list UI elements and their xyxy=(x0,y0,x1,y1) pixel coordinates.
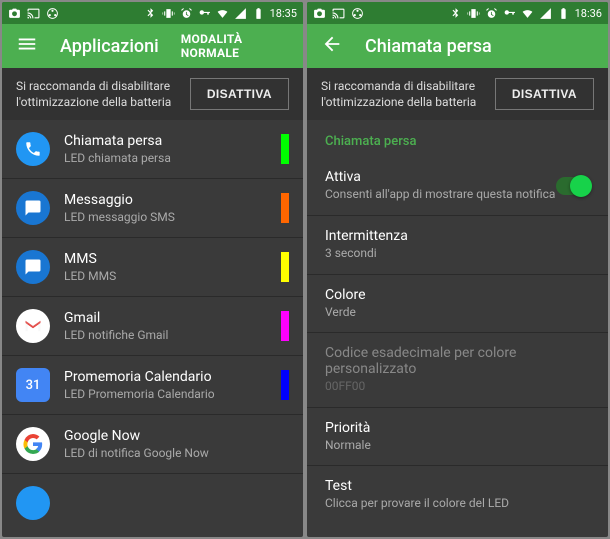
phone-icon xyxy=(16,132,50,166)
screen-missed-call: 18:36 Chiamata persa Si raccomanda di di… xyxy=(307,2,608,537)
battery-banner: Si raccomanda di disabilitare l'ottimizz… xyxy=(2,68,303,120)
setting-active[interactable]: Attiva Consenti all'app di mostrare ques… xyxy=(307,157,608,216)
battery-icon xyxy=(252,7,265,20)
statusbar: 18:36 xyxy=(307,2,608,24)
app-title: Messaggio xyxy=(64,192,267,208)
setting-color[interactable]: Colore Verde xyxy=(307,275,608,334)
color-swatch xyxy=(281,311,289,341)
app-icon-placeholder xyxy=(16,486,50,520)
menu-icon[interactable] xyxy=(16,33,38,59)
gmail-icon xyxy=(16,309,50,343)
app-title: Gmail xyxy=(64,310,267,326)
clock: 18:36 xyxy=(575,7,602,20)
app-subtitle: LED messaggio SMS xyxy=(64,210,267,224)
app-icon xyxy=(351,7,364,20)
appbar-title: Applicazioni xyxy=(60,36,159,57)
disable-button[interactable]: DISATTIVA xyxy=(190,78,289,110)
wifi-icon xyxy=(216,7,229,20)
setting-test[interactable]: Test Clicca per provare il colore del LE… xyxy=(307,466,608,524)
setting-subtitle: Normale xyxy=(325,438,590,454)
vibrate-icon xyxy=(467,7,480,20)
battery-banner: Si raccomanda di disabilitare l'ottimizz… xyxy=(307,68,608,120)
alarm-icon xyxy=(180,7,193,20)
bluetooth-icon xyxy=(144,7,157,20)
battery-icon xyxy=(557,7,570,20)
app-list: Chiamata persa LED chiamata persa Messag… xyxy=(2,120,303,537)
setting-subtitle: 00FF00 xyxy=(325,379,590,395)
app-subtitle: LED chiamata persa xyxy=(64,151,267,165)
wifi-icon xyxy=(521,7,534,20)
setting-title: Colore xyxy=(325,287,590,303)
setting-subtitle: Verde xyxy=(325,305,590,321)
banner-message: Si raccomanda di disabilitare l'ottimizz… xyxy=(321,78,483,110)
camera-icon xyxy=(313,7,326,20)
color-swatch xyxy=(281,370,289,400)
mode-button[interactable]: MODALITÀ NORMALE xyxy=(181,32,289,60)
setting-title: Attiva xyxy=(325,169,556,185)
list-item[interactable]: Gmail LED notifiche Gmail xyxy=(2,297,303,356)
setting-title: Intermittenza xyxy=(325,228,590,244)
color-swatch xyxy=(281,193,289,223)
setting-title: Priorità xyxy=(325,420,590,436)
list-item[interactable]: 31 Promemoria Calendario LED Promemoria … xyxy=(2,356,303,415)
setting-priority[interactable]: Priorità Normale xyxy=(307,408,608,467)
appbar-title: Chiamata persa xyxy=(365,36,594,57)
app-title: Promemoria Calendario xyxy=(64,369,267,385)
setting-title: Test xyxy=(325,478,590,494)
setting-subtitle: 3 secondi xyxy=(325,246,590,262)
app-icon xyxy=(46,7,59,20)
camera-icon xyxy=(8,7,21,20)
google-icon xyxy=(16,427,50,461)
screen-applications: 18:35 Applicazioni MODALITÀ NORMALE Si r… xyxy=(2,2,303,537)
app-subtitle: LED MMS xyxy=(64,269,267,283)
mms-icon xyxy=(16,250,50,284)
app-subtitle: LED notifiche Gmail xyxy=(64,328,267,342)
cast-icon xyxy=(27,7,40,20)
message-icon xyxy=(16,191,50,225)
banner-message: Si raccomanda di disabilitare l'ottimizz… xyxy=(16,78,178,110)
list-item[interactable]: Messaggio LED messaggio SMS xyxy=(2,179,303,238)
cast-icon xyxy=(332,7,345,20)
app-title: Chiamata persa xyxy=(64,133,267,149)
app-subtitle: LED di notifica Google Now xyxy=(64,446,289,460)
list-item[interactable] xyxy=(2,474,303,532)
app-subtitle: LED Promemoria Calendario xyxy=(64,387,267,401)
setting-hex: Codice esadecimale per colore personaliz… xyxy=(307,333,608,408)
list-item[interactable]: Chiamata persa LED chiamata persa xyxy=(2,120,303,179)
color-swatch xyxy=(281,252,289,282)
setting-blink[interactable]: Intermittenza 3 secondi xyxy=(307,216,608,275)
signal-icon xyxy=(539,7,552,20)
setting-title: Codice esadecimale per colore personaliz… xyxy=(325,345,590,377)
disable-button[interactable]: DISATTIVA xyxy=(495,78,594,110)
app-title: Google Now xyxy=(64,428,289,444)
statusbar: 18:35 xyxy=(2,2,303,24)
alarm-icon xyxy=(485,7,498,20)
signal-icon xyxy=(234,7,247,20)
setting-subtitle: Clicca per provare il colore del LED xyxy=(325,496,590,512)
vpn-key-icon xyxy=(503,7,516,20)
list-item[interactable]: MMS LED MMS xyxy=(2,238,303,297)
back-icon[interactable] xyxy=(321,33,343,59)
clock: 18:35 xyxy=(270,7,297,20)
section-header: Chiamata persa xyxy=(307,120,608,157)
color-swatch xyxy=(281,134,289,164)
vpn-key-icon xyxy=(198,7,211,20)
setting-subtitle: Consenti all'app di mostrare questa noti… xyxy=(325,187,556,203)
toggle-switch[interactable] xyxy=(556,177,590,195)
calendar-icon: 31 xyxy=(16,368,50,402)
list-item[interactable]: Google Now LED di notifica Google Now xyxy=(2,415,303,474)
appbar: Chiamata persa xyxy=(307,24,608,68)
bluetooth-icon xyxy=(449,7,462,20)
app-title: MMS xyxy=(64,251,267,267)
appbar: Applicazioni MODALITÀ NORMALE xyxy=(2,24,303,68)
vibrate-icon xyxy=(162,7,175,20)
